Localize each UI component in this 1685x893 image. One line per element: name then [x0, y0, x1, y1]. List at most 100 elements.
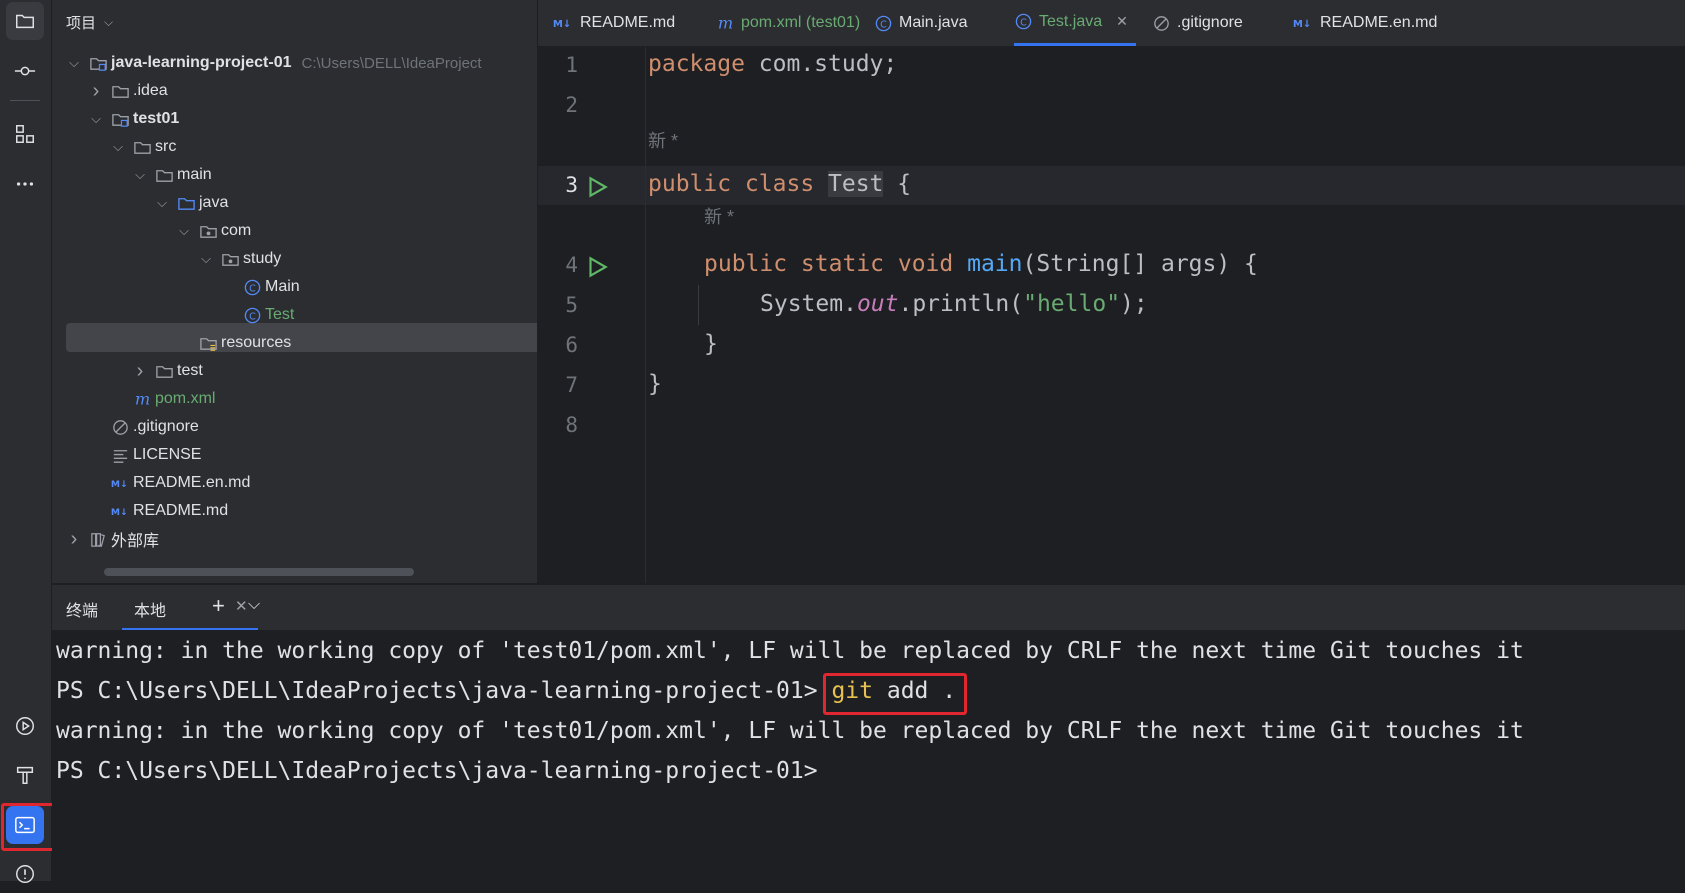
- tree-item[interactable]: › 外部库: [66, 525, 159, 553]
- indent-guide: [698, 285, 699, 325]
- tree-item[interactable]: .gitignore: [88, 413, 199, 441]
- more-tools-button[interactable]: [6, 165, 44, 203]
- package-icon: [198, 221, 218, 241]
- tree-item[interactable]: ⌵ src: [110, 133, 176, 161]
- tree-item[interactable]: ⌵ test01: [88, 105, 179, 133]
- chevron-right-icon[interactable]: ›: [88, 80, 104, 103]
- chevron-down-icon[interactable]: ⌵: [198, 251, 214, 267]
- tree-item-path-hint: C:\Users\DELL\IdeaProject: [301, 54, 482, 72]
- chevron-down-icon[interactable]: ⌵: [66, 55, 82, 71]
- editor-tab[interactable]: M↓ README.en.md: [1292, 0, 1437, 46]
- selected-row-highlight: [66, 323, 537, 352]
- more-icon: [16, 182, 34, 186]
- line-number: 6: [565, 333, 578, 357]
- terminal-options-button[interactable]: ⌵: [248, 596, 260, 614]
- chevron-down-icon: ⌵: [104, 14, 114, 29]
- chevron-down-icon: ⌵: [248, 596, 261, 613]
- code-text: com.study;: [744, 51, 898, 77]
- line-number: 2: [565, 93, 578, 117]
- structure-tool-button[interactable]: [6, 115, 44, 153]
- code-editor[interactable]: 1 2 3 4 5 6 7 8 package com.study; 新 * public c…: [538, 47, 1685, 583]
- tree-item-label: src: [155, 138, 177, 155]
- build-tool-button[interactable]: [6, 756, 44, 794]
- highlight-box-git-command: [823, 673, 967, 715]
- tree-item[interactable]: resources: [176, 329, 291, 357]
- folder-icon: [132, 137, 152, 157]
- project-panel-header[interactable]: 项目 ⌵: [66, 10, 113, 34]
- run-icon: [589, 176, 608, 198]
- terminal-line: PS C:\Users\DELL\IdeaProjects\java-learn…: [56, 678, 956, 704]
- chevron-right-icon[interactable]: ›: [132, 360, 148, 383]
- tree-item[interactable]: M↓ README.md: [88, 497, 228, 525]
- tree-item-label: .idea: [133, 82, 168, 99]
- terminal-tab-local[interactable]: 本地 ✕: [122, 585, 258, 631]
- tree-item[interactable]: ⌵ java: [154, 189, 228, 217]
- run-gutter-button[interactable]: [584, 254, 610, 280]
- build-icon: [16, 766, 34, 784]
- tree-item[interactable]: ⌵ study: [198, 245, 281, 273]
- activity-bar: [0, 0, 61, 883]
- run-gutter-button[interactable]: [584, 174, 610, 200]
- close-icon[interactable]: ✕: [235, 597, 248, 615]
- editor-tab-label: pom.xml (test01): [741, 14, 861, 31]
- markdown-icon: M↓: [110, 473, 130, 493]
- services-icon: [16, 717, 34, 735]
- editor-tab-label: README.md: [580, 14, 676, 31]
- tree-item[interactable]: C Test: [220, 301, 294, 329]
- tree-item[interactable]: LICENSE: [88, 441, 201, 469]
- tree-item[interactable]: M↓ README.en.md: [88, 469, 251, 497]
- code-text: (String[] args) {: [1022, 251, 1258, 277]
- chevron-down-icon[interactable]: ⌵: [88, 111, 104, 127]
- tree-item-label: .gitignore: [133, 418, 199, 435]
- tree-item[interactable]: › .idea: [88, 77, 168, 105]
- editor-tab[interactable]: C Test.java ✕: [1014, 0, 1136, 46]
- tree-item[interactable]: C Main: [220, 273, 300, 301]
- gutter: 1 2 3 4 5 6 7 8: [538, 47, 646, 583]
- tree-item-label: java-learning-project-01: [111, 54, 292, 71]
- code-line-7: }: [648, 371, 662, 397]
- tree-item[interactable]: › test: [132, 357, 203, 385]
- new-terminal-button[interactable]: +: [212, 593, 225, 619]
- chevron-down-icon[interactable]: ⌵: [176, 223, 192, 239]
- line-number: 4: [565, 253, 578, 277]
- line-number: 5: [565, 293, 578, 317]
- package-icon: [220, 249, 240, 269]
- tree-item-label: README.en.md: [133, 474, 251, 491]
- code-line-6: }: [704, 331, 718, 357]
- code-line-5: System.out.println("hello");: [760, 291, 1148, 317]
- editor-tab[interactable]: M↓ README.md: [552, 0, 675, 46]
- line-number: 7: [565, 373, 578, 397]
- tree-item-label: com: [221, 222, 252, 239]
- inlay-hint[interactable]: 新 *: [648, 127, 678, 153]
- horizontal-scrollbar[interactable]: [104, 568, 414, 576]
- divider: [10, 100, 40, 101]
- markdown-icon: M↓: [1292, 14, 1314, 33]
- terminal-output[interactable]: warning: in the working copy of 'test01/…: [52, 630, 1685, 881]
- close-icon[interactable]: ✕: [1116, 13, 1128, 30]
- editor-tab[interactable]: C Main.java: [874, 0, 967, 46]
- tree-item[interactable]: ⌵ main: [132, 161, 212, 189]
- code-text: {: [883, 171, 912, 197]
- folder-icon: [110, 81, 130, 101]
- problems-tool-button[interactable]: [6, 855, 44, 893]
- chevron-right-icon[interactable]: ›: [66, 528, 82, 551]
- line-number: 8: [565, 413, 578, 437]
- commit-tool-button[interactable]: [6, 52, 44, 90]
- services-tool-button[interactable]: [6, 707, 44, 745]
- editor-tab-label: Test.java: [1039, 12, 1103, 30]
- chevron-down-icon[interactable]: ⌵: [110, 139, 126, 155]
- chevron-down-icon[interactable]: ⌵: [154, 195, 170, 211]
- chevron-down-icon[interactable]: ⌵: [132, 167, 148, 183]
- library-icon: [88, 529, 108, 549]
- terminal-line: warning: in the working copy of 'test01/…: [56, 638, 1524, 664]
- project-tool-button[interactable]: [6, 2, 44, 40]
- tree-item-label: study: [243, 250, 282, 267]
- editor-tab-label: .gitignore: [1177, 14, 1243, 31]
- tree-item[interactable]: m pom.xml: [110, 385, 215, 413]
- inlay-hint[interactable]: 新 *: [704, 203, 734, 229]
- tree-item[interactable]: ⌵ java-learning-project-01 C:\Users\DELL\I…: [66, 49, 482, 77]
- tree-item[interactable]: ⌵ com: [176, 217, 251, 245]
- terminal-tab-bar: 终端 本地 ✕ + ⌵: [52, 584, 1685, 631]
- editor-tab[interactable]: .gitignore: [1152, 0, 1243, 46]
- editor-tab[interactable]: m pom.xml (test01): [716, 0, 860, 46]
